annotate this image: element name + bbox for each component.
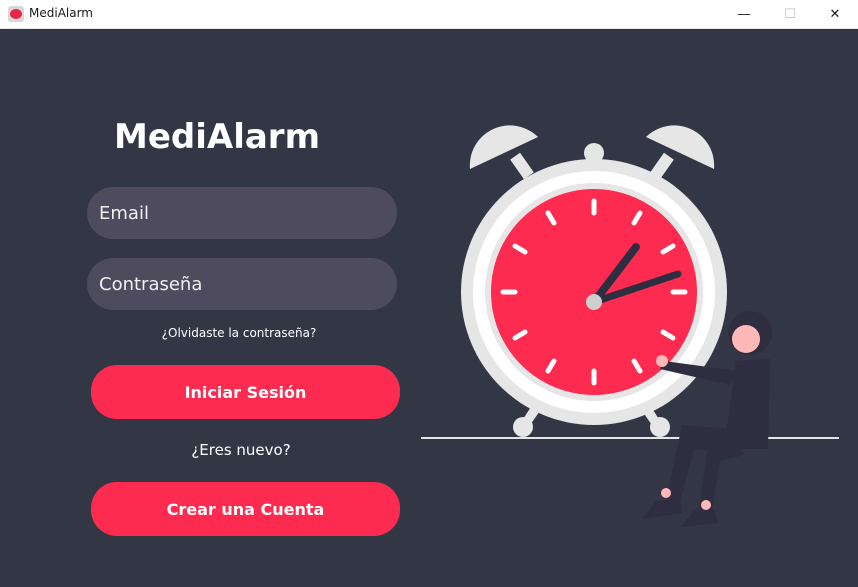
clock-right-foot: [650, 417, 670, 437]
app-logo-icon: [8, 6, 24, 22]
maximize-button[interactable]: ☐: [767, 0, 813, 29]
email-input[interactable]: [87, 187, 397, 239]
alarm-clock-illustration: [421, 125, 839, 527]
window-titlebar: MediAlarm — ☐ ✕: [0, 0, 858, 29]
clock-center-pin: [586, 294, 602, 310]
login-button[interactable]: Iniciar Sesión: [91, 365, 400, 419]
minimize-button[interactable]: —: [721, 0, 767, 29]
clock-left-foot: [513, 417, 533, 437]
clock-left-bell: [469, 125, 538, 169]
clock-right-bell: [646, 125, 715, 169]
create-account-button[interactable]: Crear una Cuenta: [91, 482, 400, 536]
close-button[interactable]: ✕: [812, 0, 858, 29]
new-user-text: ¿Eres nuevo?: [191, 441, 291, 459]
floor-line: [421, 437, 839, 439]
window-title: MediAlarm: [29, 6, 93, 20]
password-input[interactable]: [87, 258, 397, 310]
login-screen: MediAlarm ¿Olvidaste la contraseña? Inic…: [0, 29, 858, 587]
forgot-password-link[interactable]: ¿Olvidaste la contraseña?: [87, 326, 391, 340]
app-brand-title: MediAlarm: [114, 117, 320, 157]
